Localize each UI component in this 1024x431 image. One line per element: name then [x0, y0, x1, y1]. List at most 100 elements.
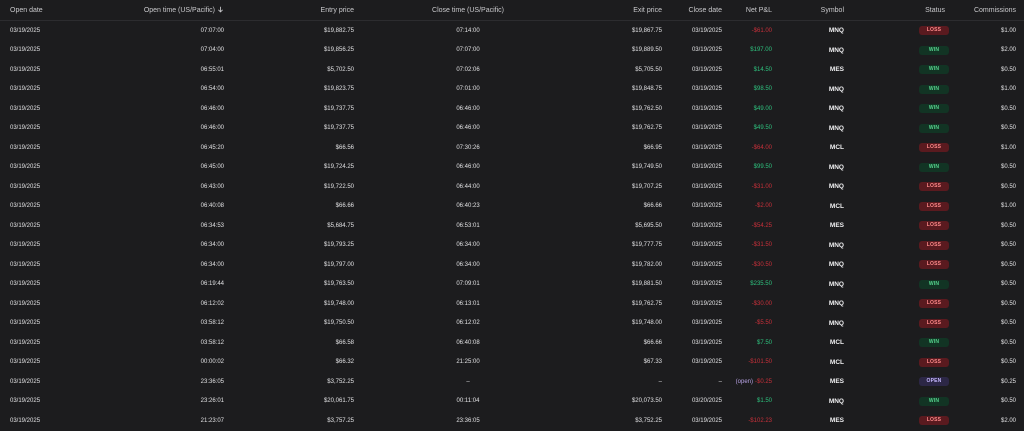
net-pnl-cell: -$101.50	[722, 359, 772, 365]
symbol-value: MNQ	[828, 397, 844, 405]
table-row[interactable]: 03/19/2025 21:23:07 $3,757.25 23:36:05 $…	[0, 411, 1024, 431]
open-time-cell: 06:19:44	[200, 281, 224, 288]
table-row[interactable]: 03/19/2025 06:40:08 $66.66 06:40:23 $66.…	[0, 197, 1024, 217]
close-time-cell: 06:44:00	[456, 183, 480, 190]
table-row[interactable]: 03/19/2025 06:46:00 $19,737.75 06:46:00 …	[0, 99, 1024, 119]
open-time-cell: 06:34:00	[200, 242, 224, 249]
net-pnl-cell: -$5.50	[722, 320, 772, 326]
open-time-cell: 06:54:00	[200, 86, 224, 93]
column-header-exit-price[interactable]: Exit price	[570, 7, 662, 14]
net-pnl-cell: -$31.50	[722, 242, 772, 248]
table-row[interactable]: 03/19/2025 06:19:44 $19,763.50 07:09:01 …	[0, 275, 1024, 295]
column-header-net-pnl[interactable]: Net P&L	[722, 7, 772, 14]
open-time-cell: 07:04:00	[200, 47, 224, 54]
symbol-value: MES	[829, 417, 844, 425]
table-row[interactable]: 03/19/2025 06:55:01 $5,702.50 07:02:06 $…	[0, 60, 1024, 80]
close-date-cell: 03/19/2025	[691, 47, 722, 54]
close-date-cell: 03/19/2025	[691, 86, 722, 93]
open-date-cell: 03/19/2025	[10, 359, 41, 366]
open-time-cell: 23:26:01	[200, 398, 224, 405]
open-time-cell: 00:00:02	[200, 359, 224, 366]
status-badge: LOSS	[919, 299, 949, 309]
net-pnl-value: $49.00	[753, 105, 772, 112]
symbol-cell: MCL	[772, 359, 844, 366]
exit-price-cell: $19,762.75	[631, 300, 662, 307]
entry-price-cell: $19,763.50	[323, 281, 354, 288]
close-date-cell: 03/19/2025	[691, 125, 722, 132]
table-row[interactable]: 03/19/2025 06:12:02 $19,748.00 06:13:01 …	[0, 294, 1024, 314]
close-time-cell: 06:34:00	[456, 242, 480, 249]
table-row[interactable]: 03/19/2025 06:34:00 $19,797.00 06:34:00 …	[0, 255, 1024, 275]
table-row[interactable]: 03/19/2025 06:46:00 $19,737.75 06:46:00 …	[0, 119, 1024, 139]
status-cell: LOSS	[844, 221, 959, 231]
symbol-cell: MCL	[772, 144, 844, 151]
net-pnl-value: -$31.00	[751, 183, 772, 190]
close-date-cell: 03/19/2025	[691, 144, 722, 151]
symbol-cell: MES	[772, 417, 844, 424]
close-time-cell: 06:12:02	[456, 320, 480, 327]
net-pnl-value: -$31.50	[751, 242, 772, 249]
symbol-value: MNQ	[828, 261, 844, 269]
column-header-entry-price[interactable]: Entry price	[224, 7, 354, 14]
status-badge: LOSS	[919, 26, 949, 36]
symbol-value: MES	[829, 222, 844, 230]
entry-price-cell: $19,882.75	[323, 27, 354, 34]
status-cell: LOSS	[844, 201, 959, 211]
table-row[interactable]: 03/19/2025 06:43:00 $19,722.50 06:44:00 …	[0, 177, 1024, 197]
table-row[interactable]: 03/19/2025 07:07:00 $19,882.75 07:14:00 …	[0, 21, 1024, 41]
table-row[interactable]: 03/19/2025 03:58:12 $19,750.50 06:12:02 …	[0, 314, 1024, 334]
column-header-symbol[interactable]: Symbol	[772, 7, 844, 14]
exit-price-cell: $19,749.50	[631, 164, 662, 171]
open-date-cell: 03/19/2025	[10, 300, 41, 307]
column-header-status[interactable]: Status	[844, 7, 959, 14]
column-header-open-time[interactable]: Open time (US/Pacific)	[112, 6, 224, 14]
open-date-cell: 03/19/2025	[10, 105, 41, 112]
close-time-cell: 07:30:26	[456, 144, 480, 151]
table-row[interactable]: 03/19/2025 06:45:20 $66.56 07:30:26 $66.…	[0, 138, 1024, 158]
table-row[interactable]: 03/19/2025 07:04:00 $19,856.25 07:07:00 …	[0, 41, 1024, 61]
table-row[interactable]: 03/19/2025 03:58:12 $66.58 06:40:08 $66.…	[0, 333, 1024, 353]
status-cell: LOSS	[844, 143, 959, 153]
commission-cell: $0.50	[1000, 339, 1016, 346]
symbol-cell: MNQ	[772, 27, 844, 34]
table-row[interactable]: 03/19/2025 23:26:01 $20,061.75 00:11:04 …	[0, 392, 1024, 412]
open-date-cell: 03/19/2025	[10, 144, 41, 151]
status-badge: WIN	[919, 45, 949, 55]
column-header-commissions[interactable]: Commissions	[959, 7, 1024, 14]
commission-cell: $0.25	[1000, 378, 1016, 385]
open-date-cell: 03/19/2025	[10, 417, 41, 424]
entry-price-cell: $20,061.75	[323, 398, 354, 405]
net-pnl-value: -$30.00	[751, 300, 772, 307]
column-header-close-date[interactable]: Close date	[662, 7, 722, 14]
commission-cell: $0.50	[1000, 242, 1016, 249]
commission-cell: $0.50	[1000, 320, 1016, 327]
commission-cell: $0.50	[1000, 183, 1016, 190]
commission-cell: $0.50	[1000, 359, 1016, 366]
net-pnl-cell: -$31.00	[722, 184, 772, 190]
table-row[interactable]: 03/19/2025 06:34:00 $19,793.25 06:34:00 …	[0, 236, 1024, 256]
status-cell: LOSS	[844, 299, 959, 309]
table-row[interactable]: 03/19/2025 00:00:02 $66.32 21:25:00 $67.…	[0, 353, 1024, 373]
table-row[interactable]: 03/19/2025 06:34:53 $5,684.75 06:53:01 $…	[0, 216, 1024, 236]
net-pnl-value: -$5.50	[754, 320, 772, 327]
entry-price-cell: $19,823.75	[323, 86, 354, 93]
close-date-cell: 03/19/2025	[691, 222, 722, 229]
close-time-cell: –	[466, 378, 470, 385]
open-time-cell: 06:46:00	[200, 125, 224, 132]
status-cell: WIN	[844, 84, 959, 94]
net-pnl-value: -$61.00	[751, 27, 772, 34]
column-header-close-time[interactable]: Close time (US/Pacific)	[354, 7, 570, 14]
table-row[interactable]: 03/19/2025 23:36:05 $3,752.25 – – – (ope…	[0, 372, 1024, 392]
table-row[interactable]: 03/19/2025 06:54:00 $19,823.75 07:01:00 …	[0, 80, 1024, 100]
open-time-cell: 06:40:08	[200, 203, 224, 210]
column-header-open-date[interactable]: Open date	[0, 7, 112, 14]
net-pnl-cell: -$30.00	[722, 301, 772, 307]
net-pnl-value: $7.50	[756, 339, 772, 346]
status-badge: LOSS	[919, 260, 949, 270]
status-cell: WIN	[844, 123, 959, 133]
net-pnl-cell: $49.00	[722, 106, 772, 112]
open-tag: (open)	[735, 378, 753, 385]
exit-price-cell: $66.66	[643, 203, 662, 210]
table-row[interactable]: 03/19/2025 06:45:00 $19,724.25 06:46:00 …	[0, 158, 1024, 178]
exit-price-cell: $19,762.50	[631, 105, 662, 112]
